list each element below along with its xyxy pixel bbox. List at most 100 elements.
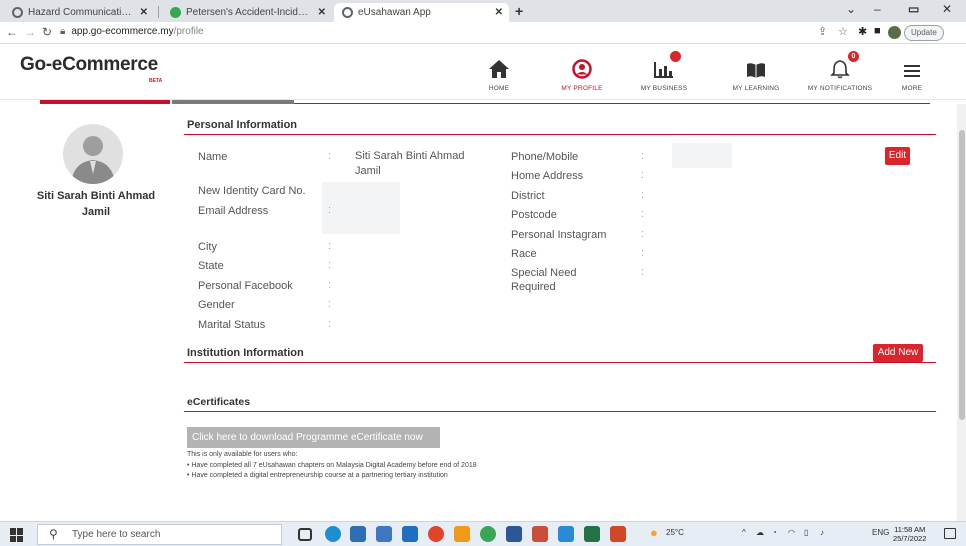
browser-tab-eusahawan[interactable]: eUsahawan App ✕	[334, 3, 509, 22]
close-tab-icon[interactable]: ✕	[495, 7, 503, 18]
institution-info-title: Institution Information	[187, 347, 304, 359]
field-value-name: Siti Sarah Binti Ahmad Jamil	[355, 150, 465, 177]
field-colon: :	[641, 169, 645, 181]
field-colon: :	[328, 279, 332, 291]
bell-icon	[830, 60, 850, 79]
site-header: Go-eCommerce BETA HOME MY PROFILE MY BUS…	[0, 45, 966, 100]
nav-my-business[interactable]: MY BUSINESS	[622, 51, 706, 92]
tab-search-icon[interactable]: ⌄	[846, 2, 856, 16]
close-window-icon[interactable]: ✕	[942, 2, 952, 16]
personal-info-title: Personal Information	[187, 119, 298, 131]
download-ecertificate-button[interactable]: Click here to download Programme eCertif…	[187, 427, 440, 448]
language-indicator[interactable]: ENG	[872, 528, 889, 537]
word-icon[interactable]	[506, 526, 522, 542]
minimize-icon[interactable]: –	[874, 2, 881, 16]
chrome-icon[interactable]	[428, 526, 444, 542]
reload-icon[interactable]: ↻	[42, 25, 52, 39]
mail-icon[interactable]	[402, 526, 418, 542]
field-colon: :	[641, 228, 645, 240]
weather-temperature[interactable]: 25°C	[666, 528, 684, 537]
field-colon: :	[328, 259, 332, 271]
field-colon: :	[328, 240, 332, 252]
battery-icon[interactable]: ▯	[804, 528, 808, 537]
edge-icon[interactable]	[325, 526, 341, 542]
store-icon[interactable]	[350, 526, 366, 542]
profile-tab-secondary[interactable]	[172, 100, 294, 104]
field-label-ic: New Identity Card No.	[198, 185, 306, 197]
back-icon[interactable]: ←	[6, 25, 18, 39]
close-tab-icon[interactable]: ✕	[318, 7, 326, 18]
lock-icon: 🔒︎	[60, 26, 66, 37]
field-label-race: Race	[511, 248, 537, 260]
update-button[interactable]: Update	[904, 25, 944, 41]
forward-icon[interactable]: →	[24, 25, 36, 39]
maximize-icon[interactable]: ▭	[908, 2, 919, 16]
app-icon[interactable]	[558, 526, 574, 542]
redacted-value	[322, 182, 400, 234]
field-colon: :	[328, 298, 332, 310]
tray-chevron-icon[interactable]: ^	[742, 528, 746, 537]
field-label-email: Email Address	[198, 205, 269, 217]
browser-tab-petersen[interactable]: Petersen's Accident-Incident Ca ✕	[162, 3, 332, 22]
volume-icon[interactable]: ♪	[820, 528, 824, 537]
avatar	[63, 124, 123, 184]
page-scrollbar-thumb[interactable]	[959, 130, 965, 420]
app-icon[interactable]	[532, 526, 548, 542]
site-logo[interactable]: Go-eCommerce	[20, 54, 158, 76]
extensions-icon[interactable]: ✱	[858, 25, 867, 38]
section-divider	[184, 134, 936, 135]
profile-name: Siti Sarah Binti Ahmad Jamil	[36, 190, 156, 218]
field-label-state: State	[198, 260, 224, 272]
browser-tab-bar: Hazard Communication Standar ✕ Petersen'…	[0, 0, 966, 22]
cloud-icon[interactable]: ☁	[756, 528, 764, 537]
profile-avatar-icon[interactable]	[888, 26, 901, 39]
nav-home[interactable]: HOME	[457, 51, 541, 92]
file-explorer-icon[interactable]	[376, 526, 392, 542]
field-label-instagram: Personal Instagram	[511, 229, 607, 241]
app-icon[interactable]	[454, 526, 470, 542]
add-new-button[interactable]: Add New	[873, 344, 923, 362]
address-bar-row: ← → ↻ 🔒︎ app.go-ecommerce.my/profile ⇪ ☆ …	[0, 22, 966, 44]
field-colon: :	[641, 266, 645, 278]
nav-more[interactable]: MORE	[870, 51, 954, 92]
action-center-icon[interactable]	[944, 528, 956, 539]
field-colon: :	[641, 208, 645, 220]
business-icon	[654, 62, 673, 78]
windows-taskbar: ⚲ Type here to search ● 25°C ^ ☁ ◔ ◠ ▯ ♪…	[0, 521, 966, 546]
share-icon[interactable]: ⇪	[818, 25, 827, 38]
tab-strip-underline	[294, 103, 930, 104]
task-view-icon[interactable]	[298, 528, 312, 541]
nav-my-profile[interactable]: MY PROFILE	[540, 51, 624, 92]
url-field[interactable]: 🔒︎ app.go-ecommerce.my/profile	[60, 26, 204, 37]
field-label-facebook: Personal Facebook	[198, 280, 293, 292]
windows-start-icon[interactable]	[10, 528, 24, 542]
excel-icon[interactable]	[584, 526, 600, 542]
edit-button[interactable]: Edit	[885, 147, 910, 165]
field-colon: :	[641, 150, 645, 162]
field-label-city: City	[198, 241, 217, 253]
nav-my-learning[interactable]: MY LEARNING	[714, 51, 798, 92]
app-icon[interactable]	[480, 526, 496, 542]
network-icon[interactable]: ◔	[772, 528, 777, 537]
section-divider	[184, 362, 936, 363]
field-colon: :	[328, 204, 332, 216]
field-label-name: Name	[198, 151, 228, 163]
browser-tab-hazard[interactable]: Hazard Communication Standar ✕	[4, 3, 154, 22]
tab-favicon-icon	[12, 7, 23, 18]
ecert-note-item: • Have completed all 7 eUsahawan chapter…	[187, 462, 477, 469]
field-label-phone: Phone/Mobile	[511, 151, 579, 163]
beta-label: BETA	[149, 78, 163, 84]
wifi-icon[interactable]: ◠	[788, 528, 795, 537]
powerpoint-icon[interactable]	[610, 526, 626, 542]
field-label-gender: Gender	[198, 299, 235, 311]
new-tab-icon[interactable]: +	[515, 3, 523, 19]
search-icon: ⚲	[49, 527, 58, 541]
taskbar-search-input[interactable]: ⚲ Type here to search	[37, 524, 282, 545]
close-tab-icon[interactable]: ✕	[140, 7, 148, 18]
field-label-marital: Marital Status	[198, 319, 266, 331]
sidepanel-icon[interactable]: ■	[874, 25, 881, 37]
system-clock[interactable]: 11:58 AM 25/7/2022	[893, 525, 926, 543]
bookmark-star-icon[interactable]: ☆	[838, 25, 848, 38]
ecert-note-item: • Have completed a digital entrepreneurs…	[187, 472, 448, 479]
profile-tab-active[interactable]	[40, 100, 170, 104]
